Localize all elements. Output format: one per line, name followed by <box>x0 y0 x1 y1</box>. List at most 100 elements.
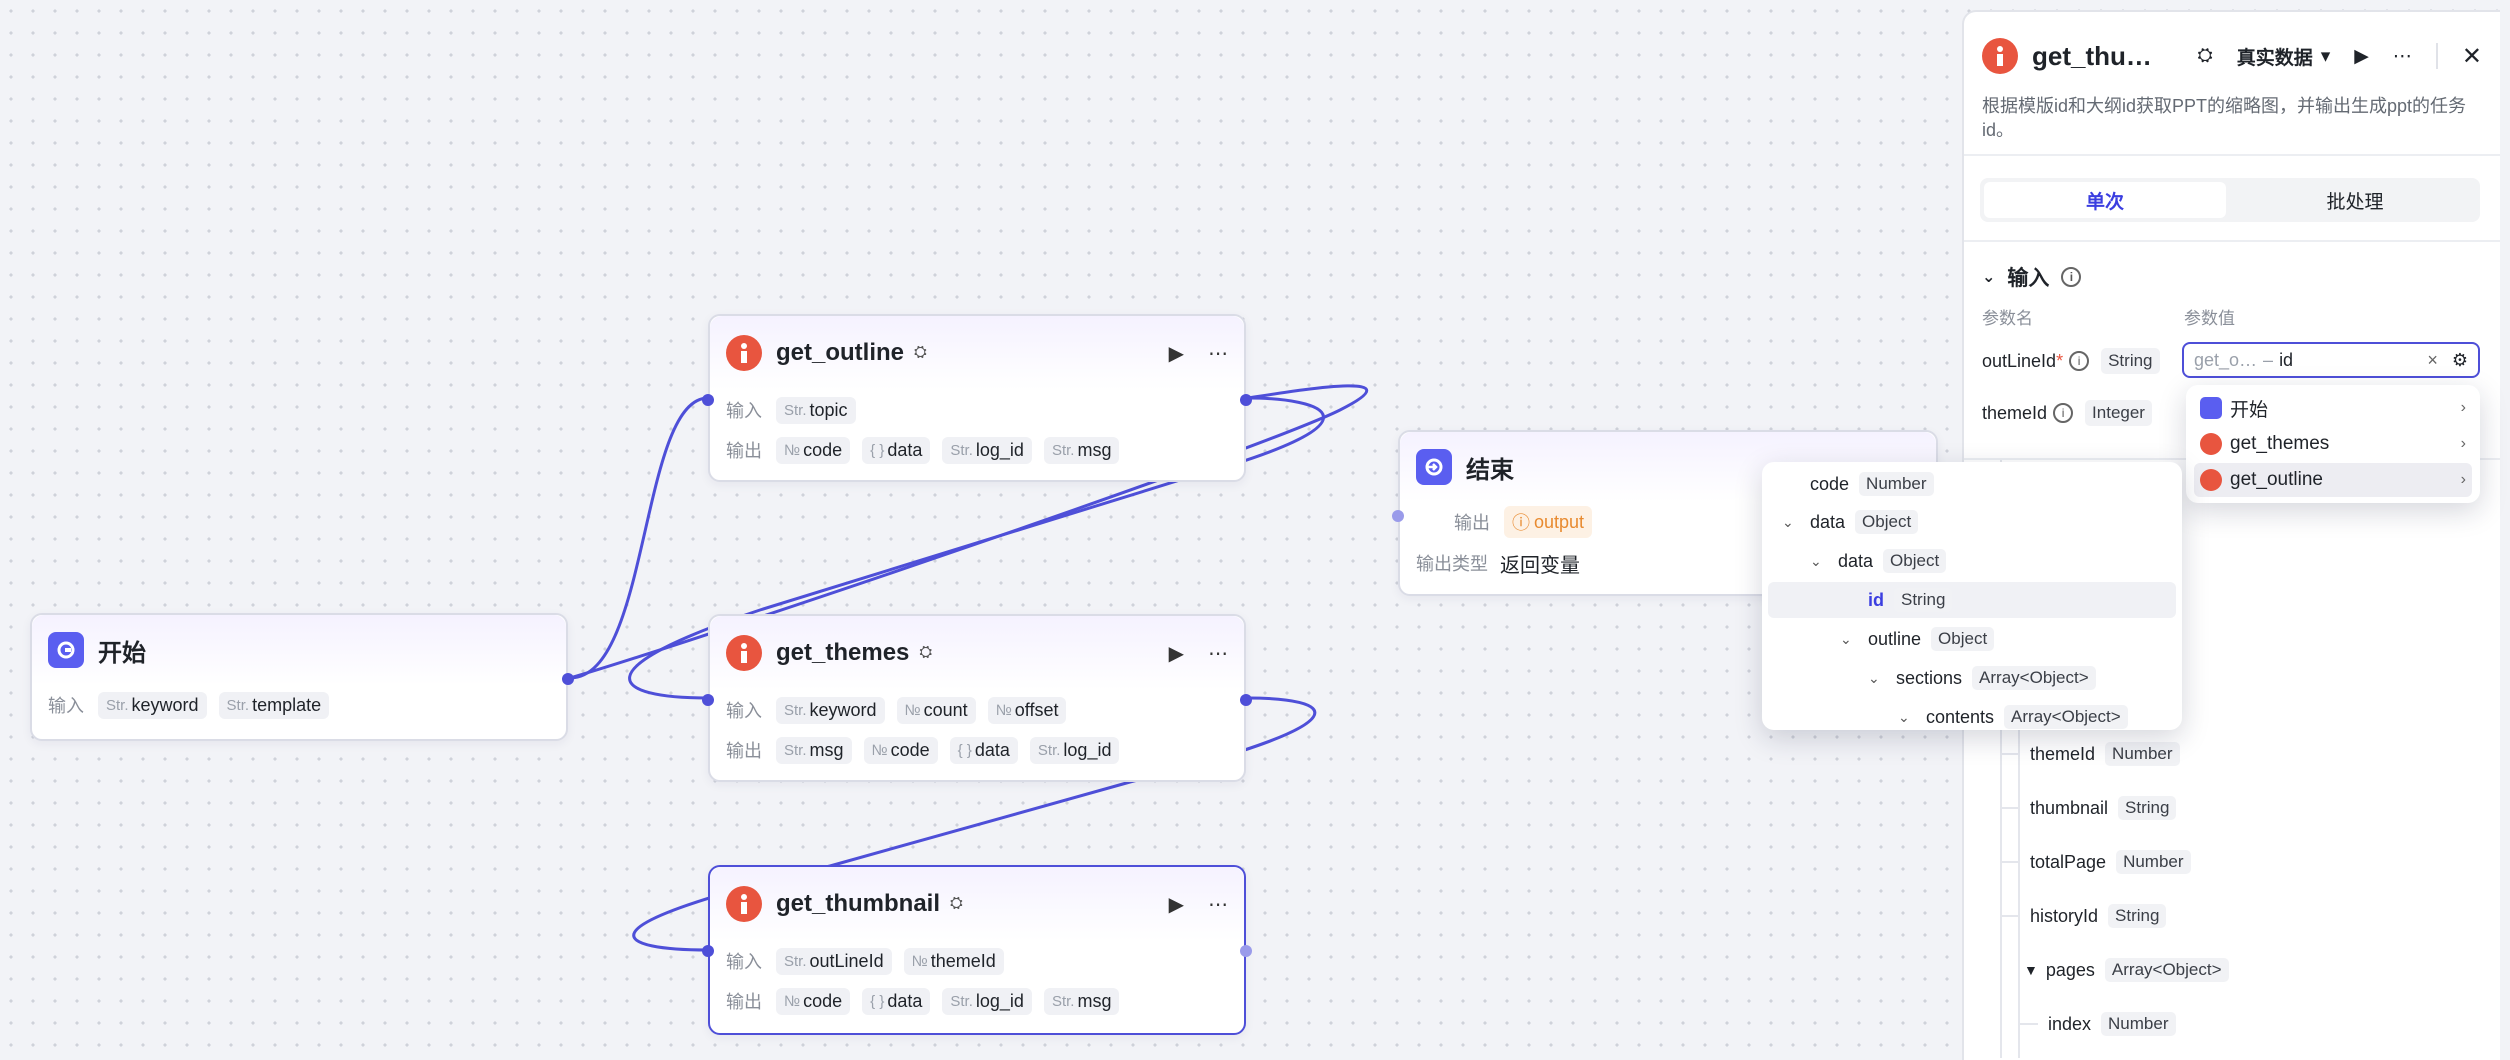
tree-item[interactable]: code Number <box>1768 466 2176 502</box>
info-icon: i <box>2069 351 2090 371</box>
menu-item-start[interactable]: 开始 › <box>2194 391 2472 425</box>
input-port[interactable] <box>702 945 714 957</box>
output-port[interactable] <box>1240 945 1252 957</box>
chevron-right-icon: › <box>2460 435 2466 452</box>
clear-icon[interactable]: × <box>2427 350 2438 371</box>
node-title: get_themes <box>776 639 910 666</box>
chevron-down-icon: ⌄ <box>1840 630 1852 647</box>
info-icon: i <box>2061 267 2082 287</box>
plugin-icon <box>2200 433 2222 455</box>
more-icon[interactable]: ⋯ <box>1208 341 1228 366</box>
chevron-down-icon: ⌄ <box>1868 669 1880 686</box>
tree-item[interactable]: ▼ pages Array<Object> <box>2024 958 2229 982</box>
plugin-icon <box>726 886 762 922</box>
tree-item[interactable]: historyId String <box>2002 904 2167 928</box>
param-tag: Str. log_id <box>942 987 1032 1015</box>
param-tag: Str. msg <box>1043 987 1120 1015</box>
col-param-value: 参数值 <box>2184 309 2235 328</box>
plugin-icon <box>726 335 762 371</box>
more-icon[interactable]: ⋯ <box>2393 45 2412 68</box>
tree-item[interactable]: totalPage Number <box>2002 850 2191 874</box>
input-section-title[interactable]: ⌄ 输入 i <box>1982 262 2082 292</box>
node-title: get_thumbnail <box>776 890 941 917</box>
close-icon[interactable]: ✕ <box>2462 42 2482 71</box>
input-port[interactable] <box>702 394 714 406</box>
caret-down-icon: ▾ <box>2320 45 2331 67</box>
chevron-down-icon: ⌄ <box>1898 708 1910 725</box>
node-get-thumbnail[interactable]: get_thumbnail ⛭ ▶ ⋯ 输入 Str. outLineId № the… <box>702 865 1252 1035</box>
plugin-icon <box>2200 469 2222 491</box>
param-tag: Str. outLineId <box>776 947 892 975</box>
end-icon <box>1416 449 1452 485</box>
input-port[interactable] <box>1392 510 1404 522</box>
param-row: outLineId * i String <box>1982 348 2160 374</box>
param-tag: № themeId <box>903 947 1004 975</box>
variable-source-menu: 开始 › get_themes › get_outline › <box>2186 385 2480 503</box>
param-tag: Str. topic <box>776 396 856 424</box>
plugin-icon <box>726 635 762 671</box>
tab-batch[interactable]: 批处理 <box>2234 182 2476 218</box>
mode-select[interactable]: 真实数据 ▾ <box>2237 43 2331 70</box>
menu-item-get-outline[interactable]: get_outline › <box>2194 463 2472 497</box>
run-icon[interactable]: ▶ <box>1169 641 1184 666</box>
node-title: get_outline <box>776 339 905 366</box>
output-port[interactable] <box>562 673 574 685</box>
param-tag: № code <box>776 987 851 1015</box>
param-tag: Str. template <box>218 691 330 719</box>
menu-item-get-themes[interactable]: get_themes › <box>2194 427 2472 461</box>
node-get-outline[interactable]: get_outline ⛭ ▶ ⋯ 输入 Str. topic 输出 № code {… <box>702 314 1252 482</box>
param-tag: Str. msg <box>776 736 852 764</box>
node-title: 开始 <box>98 639 146 667</box>
input-port[interactable] <box>702 694 714 706</box>
panel-description: 根据模版id和大纲id获取PPT的缩略图，并输出生成ppt的任务id。 <box>1982 96 2467 140</box>
tree-item[interactable]: ⌄ sections Array<Object> <box>1768 660 2176 696</box>
start-icon <box>2200 397 2222 419</box>
tab-single[interactable]: 单次 <box>1984 182 2226 218</box>
more-icon[interactable]: ⋯ <box>1208 892 1228 917</box>
run-icon[interactable]: ▶ <box>1169 341 1184 366</box>
param-tag: { } data <box>862 436 931 464</box>
node-title: 结束 <box>1466 456 1514 484</box>
param-tag: { } data <box>862 987 931 1015</box>
input-label: 输入 <box>726 701 762 721</box>
output-port[interactable] <box>1240 394 1252 406</box>
warning-icon: ⓘ <box>1512 513 1530 533</box>
more-icon[interactable]: ⋯ <box>1208 641 1228 666</box>
output-type-label: 输出类型 <box>1416 554 1488 574</box>
plugin-badge-icon: ⛭ <box>2197 45 2213 66</box>
col-param-name: 参数名 <box>1982 309 2033 328</box>
param-tag: № code <box>863 736 938 764</box>
workflow-canvas[interactable]: 开始 输入 Str. keyword Str. template get_outli… <box>0 0 1962 1058</box>
param-value-input[interactable]: get_o… – id × ⚙ <box>2182 342 2480 378</box>
param-row: themeId i Integer <box>1982 400 2152 426</box>
tree-item[interactable]: ⌄ data Object <box>1768 504 2176 540</box>
tree-item-selected[interactable]: id String <box>1768 582 2176 618</box>
output-port[interactable] <box>1240 694 1252 706</box>
node-get-themes[interactable]: get_themes ⛭ ▶ ⋯ 输入 Str. keyword № count № o… <box>702 614 1252 782</box>
tree-item[interactable]: index Number <box>2020 1012 2176 1036</box>
chevron-down-icon: ⌄ <box>1810 552 1822 569</box>
variable-tree-dropdown: code Number ⌄ data Object ⌄ data Object id Str… <box>1762 462 2182 730</box>
output-label: 输出 <box>726 741 762 761</box>
plugin-badge-icon: ⛭ <box>919 644 933 661</box>
chevron-right-icon: › <box>2460 399 2466 416</box>
input-label: 输入 <box>726 401 762 421</box>
input-label: 输入 <box>48 696 84 716</box>
run-icon[interactable]: ▶ <box>2354 45 2369 68</box>
input-label: 输入 <box>726 952 762 972</box>
tree-item[interactable]: themeId Number <box>2002 742 2180 766</box>
gear-icon[interactable]: ⚙ <box>2452 350 2468 371</box>
panel-title: get_thu… <box>2032 40 2152 71</box>
tree-item[interactable]: thumbnail String <box>2002 796 2177 820</box>
output-label: 输出 <box>1454 513 1490 533</box>
param-tag: Str. log_id <box>1029 736 1120 764</box>
param-tag: № count <box>896 696 976 724</box>
tree-item[interactable]: ⌄ outline Object <box>1768 621 2176 657</box>
plugin-icon <box>1982 38 2018 74</box>
tree-item[interactable]: ⌄ data Object <box>1768 543 2176 579</box>
output-label: 输出 <box>726 992 762 1012</box>
output-label: 输出 <box>726 441 762 461</box>
run-icon[interactable]: ▶ <box>1169 892 1184 917</box>
node-start[interactable]: 开始 输入 Str. keyword Str. template <box>30 613 574 741</box>
tree-item[interactable]: ⌄ contents Array<Object> <box>1768 699 2176 730</box>
